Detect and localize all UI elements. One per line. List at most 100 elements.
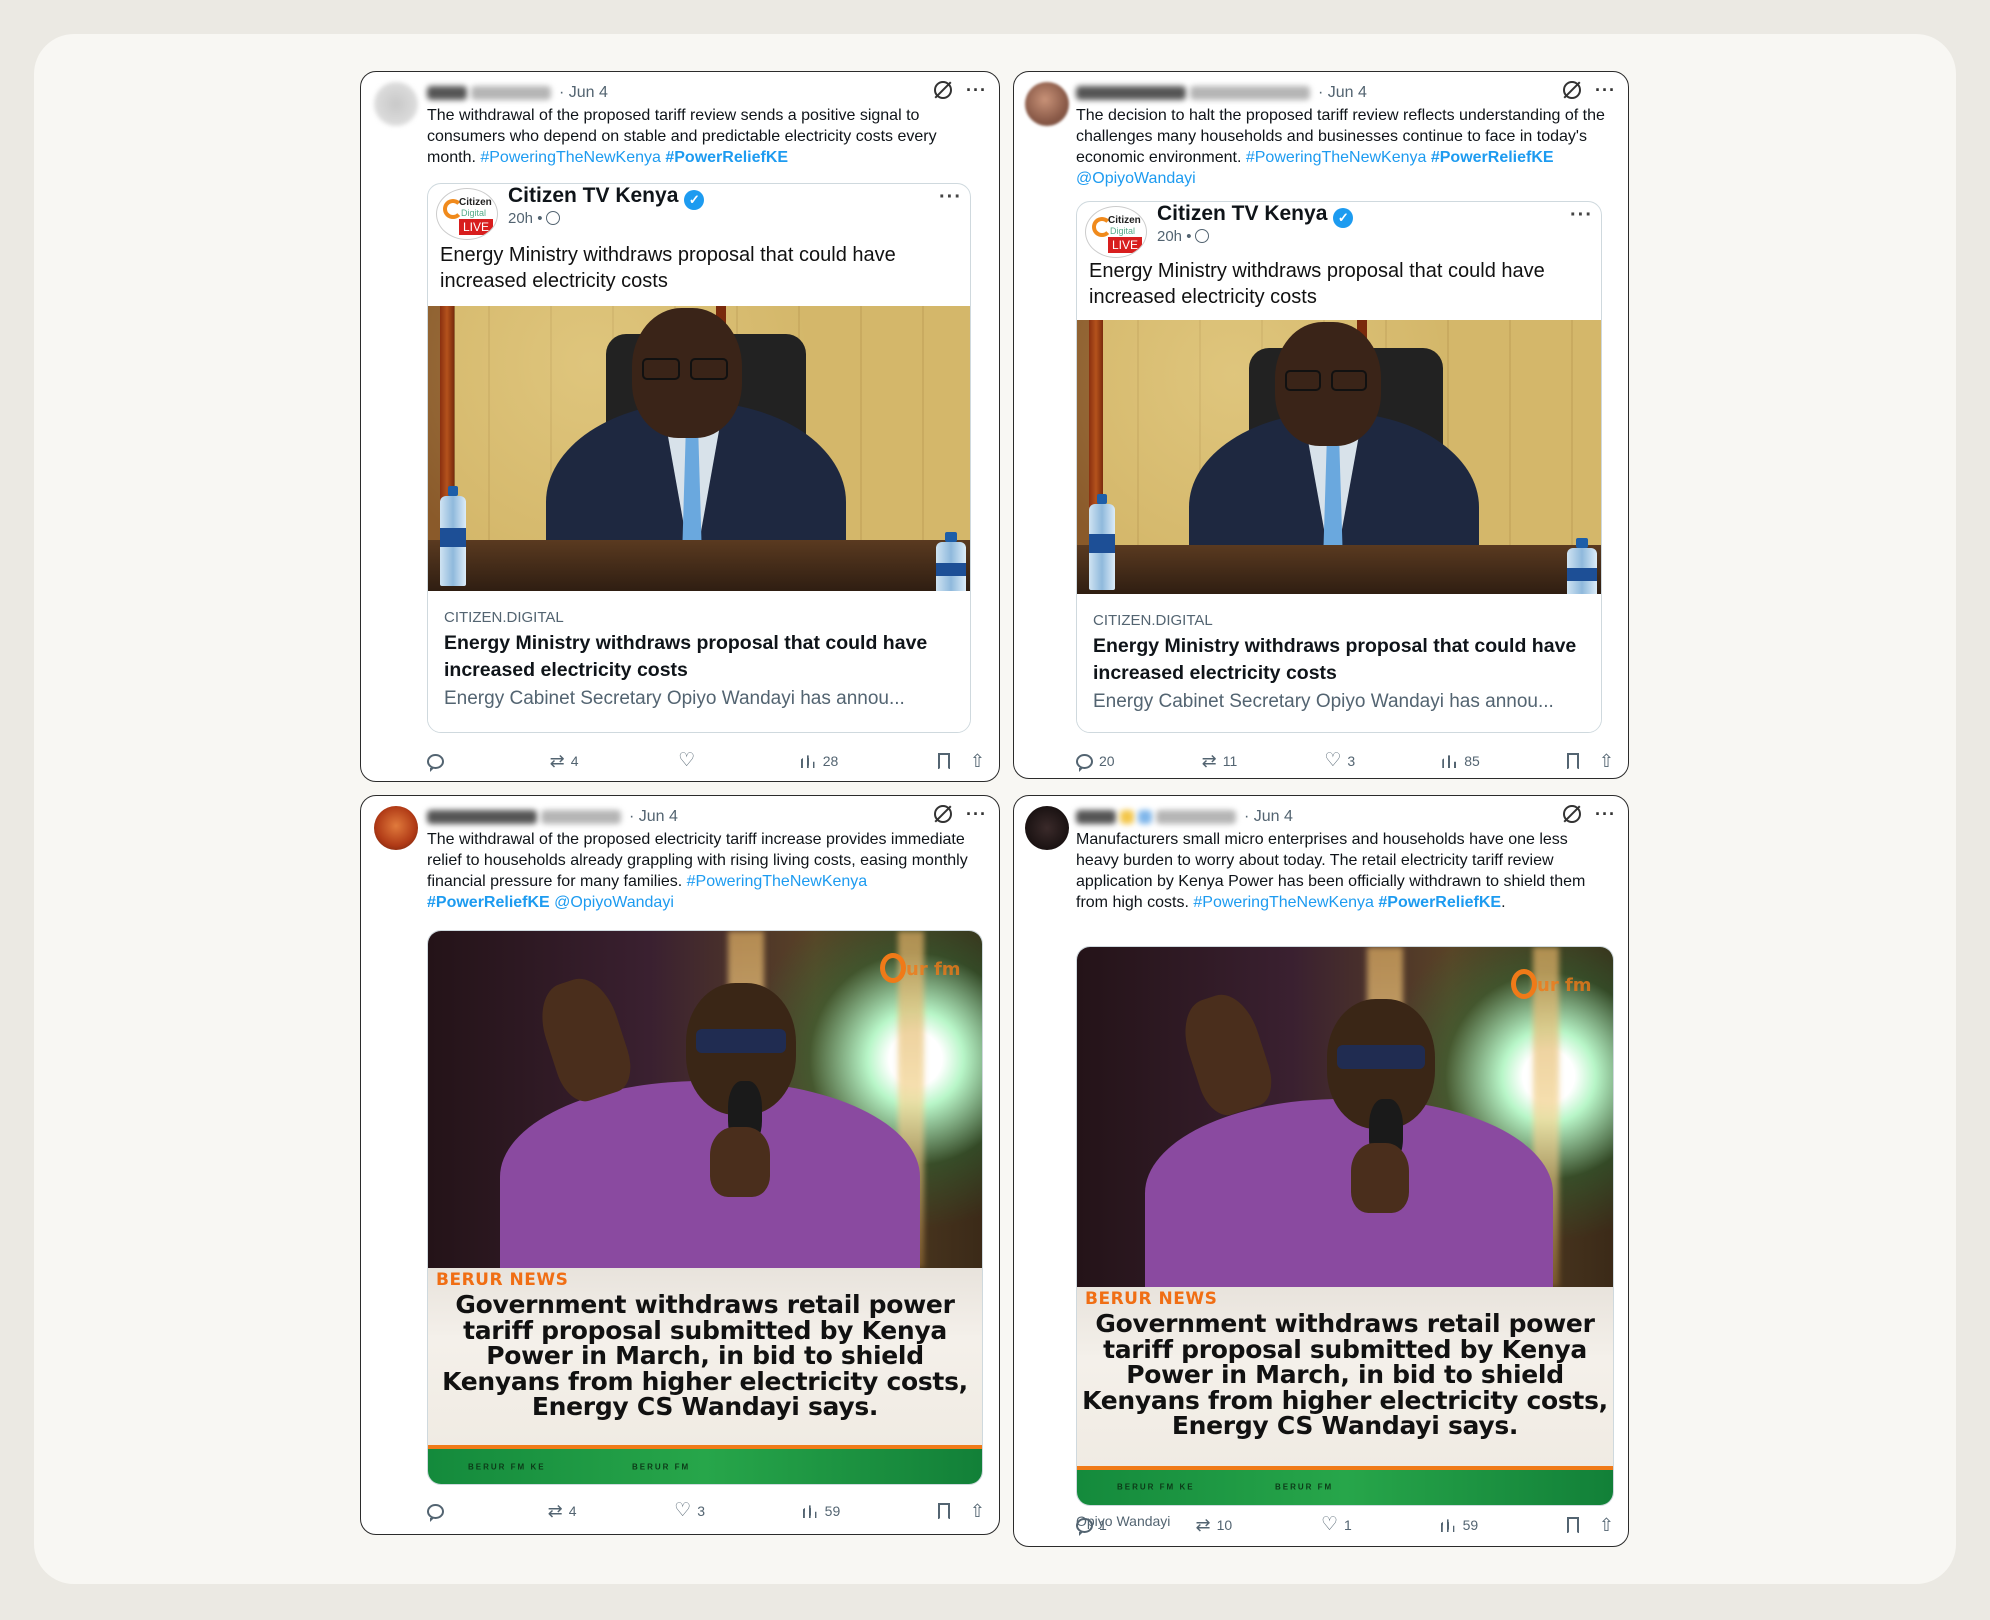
card-description: Energy Cabinet Secretary Opiyo Wandayi h… xyxy=(1093,691,1554,712)
hashtag-link[interactable]: #PowerReliefKE xyxy=(665,149,788,166)
hashtag-link[interactable]: #PoweringTheNewKenya xyxy=(480,149,661,166)
retweet-button[interactable]: ⇄ 4 xyxy=(548,1502,577,1520)
bookmark-icon[interactable] xyxy=(1566,1517,1579,1534)
berur-news-label: BERUR NEWS xyxy=(1085,1289,1218,1310)
avatar[interactable] xyxy=(374,82,418,126)
logo-text: Citizen xyxy=(1108,215,1141,226)
bookmark-icon[interactable] xyxy=(937,753,950,770)
views-button[interactable]: 59 xyxy=(802,1503,840,1519)
card-site: CITIZEN.DIGITAL xyxy=(444,609,564,626)
globe-icon xyxy=(1195,229,1210,243)
tweet-card[interactable]: · Jun 4 ··· Manufacturers small micro en… xyxy=(1013,795,1629,1547)
verified-badge-icon: ✓ xyxy=(684,190,705,210)
article-image[interactable] xyxy=(1077,320,1601,594)
tweet-date[interactable]: · Jun 4 xyxy=(1244,808,1293,826)
retweet-button[interactable]: ⇄ 10 xyxy=(1196,1516,1233,1534)
quoted-tweet[interactable]: Citizen Digital LIVE Citizen TV Kenya ✓ 2… xyxy=(1076,201,1602,733)
article-image[interactable] xyxy=(428,306,970,591)
reply-icon xyxy=(427,1503,444,1522)
bookmark-icon[interactable] xyxy=(937,1503,950,1520)
footer-handle: BERUR FM xyxy=(632,1462,691,1472)
news-image[interactable]: ur fm BERUR NEWS Government withdraws re… xyxy=(427,930,983,1485)
globe-icon xyxy=(546,211,561,225)
grok-icon[interactable] xyxy=(1563,805,1582,823)
more-icon[interactable]: ··· xyxy=(1595,81,1616,99)
tweet-text: The decision to halt the proposed tariff… xyxy=(1076,105,1616,189)
action-bar: 1 ⇄ 10 ♡ 1 59 ⇧ xyxy=(1076,1513,1614,1537)
link-card[interactable]: CITIZEN.DIGITAL Energy Ministry withdraw… xyxy=(1077,594,1601,732)
hashtag-link[interactable]: #PoweringTheNewKenya xyxy=(1193,894,1374,911)
avatar[interactable] xyxy=(374,806,418,850)
tweet-card[interactable]: · Jun 4 ··· The withdrawal of the propos… xyxy=(360,795,1000,1535)
blurred-name xyxy=(427,86,467,100)
share-icon[interactable]: ⇧ xyxy=(1599,1516,1614,1534)
citizen-tv-logo[interactable]: Citizen Digital LIVE xyxy=(1085,206,1147,258)
blurred-handle xyxy=(1156,810,1236,824)
reply-button[interactable] xyxy=(427,753,450,772)
card-description: Energy Cabinet Secretary Opiyo Wandayi h… xyxy=(444,688,905,709)
like-button[interactable]: ♡ 3 xyxy=(1324,751,1355,770)
more-icon[interactable]: ··· xyxy=(939,186,962,209)
quote-text: Energy Ministry withdraws proposal that … xyxy=(1089,260,1545,308)
reply-button[interactable]: 1 xyxy=(1076,1517,1107,1536)
grok-icon[interactable] xyxy=(1563,81,1582,99)
link-card[interactable]: CITIZEN.DIGITAL Energy Ministry withdraw… xyxy=(428,591,970,732)
like-button[interactable]: ♡ xyxy=(678,750,701,771)
views-icon xyxy=(802,1505,817,1518)
verified-badge-icon: ✓ xyxy=(1333,208,1354,228)
quote-author-name[interactable]: Citizen TV Kenya ✓ xyxy=(508,184,705,210)
emoji-icon xyxy=(1138,810,1152,824)
share-icon[interactable]: ⇧ xyxy=(970,752,985,770)
views-button[interactable]: 59 xyxy=(1440,1517,1479,1533)
grok-icon[interactable] xyxy=(934,805,953,823)
hashtag-link[interactable]: #PowerReliefKE xyxy=(1431,149,1554,166)
news-image[interactable]: ur fm BERUR NEWS Government withdraws re… xyxy=(1076,946,1614,1506)
mention-link[interactable]: @OpiyoWandayi xyxy=(554,894,674,911)
like-count: 1 xyxy=(1344,1517,1352,1533)
tweet-card[interactable]: · Jun 4 ··· The decision to halt the pro… xyxy=(1013,71,1629,779)
like-button[interactable]: ♡ 3 xyxy=(674,1501,706,1520)
tweet-date[interactable]: · Jun 4 xyxy=(559,84,608,102)
views-count: 28 xyxy=(822,753,839,769)
more-icon[interactable]: ··· xyxy=(1595,805,1616,823)
heart-icon: ♡ xyxy=(678,750,696,771)
more-icon[interactable]: ··· xyxy=(1570,204,1593,227)
tweet-card[interactable]: · Jun 4 ··· The withdrawal of the propos… xyxy=(360,71,1000,782)
tweet-date[interactable]: · Jun 4 xyxy=(1318,84,1367,102)
hashtag-link[interactable]: #PoweringTheNewKenya xyxy=(687,873,868,890)
tweet-body-end: . xyxy=(1501,894,1506,911)
blurred-name xyxy=(1076,810,1116,824)
reply-button[interactable]: 20 xyxy=(1076,753,1115,772)
bookmark-icon[interactable] xyxy=(1566,753,1579,770)
citizen-tv-logo[interactable]: Citizen Digital LIVE xyxy=(436,188,498,240)
more-icon[interactable]: ··· xyxy=(966,81,987,99)
share-icon[interactable]: ⇧ xyxy=(1599,752,1614,770)
retweet-count: 11 xyxy=(1222,753,1238,769)
more-icon[interactable]: ··· xyxy=(966,805,987,823)
blurred-handle xyxy=(541,810,621,824)
quote-time: 20h • xyxy=(508,210,543,227)
mention-link[interactable]: @OpiyoWandayi xyxy=(1076,170,1196,187)
reply-button[interactable] xyxy=(427,1503,450,1522)
like-button[interactable]: ♡ 1 xyxy=(1321,1515,1352,1534)
retweet-button[interactable]: ⇄ 4 xyxy=(550,752,579,770)
like-count: 3 xyxy=(697,1503,706,1519)
grok-icon[interactable] xyxy=(934,81,953,99)
berur-news-label: BERUR NEWS xyxy=(436,1270,569,1291)
hashtag-link[interactable]: #PoweringTheNewKenya xyxy=(1246,149,1427,166)
views-count: 59 xyxy=(1462,1517,1479,1533)
footer-handle: BERUR FM xyxy=(1275,1482,1334,1492)
retweet-button[interactable]: ⇄ 11 xyxy=(1202,752,1238,770)
avatar[interactable] xyxy=(1025,82,1069,126)
hashtag-link[interactable]: #PowerReliefKE xyxy=(427,894,550,911)
quote-author-name[interactable]: Citizen TV Kenya ✓ xyxy=(1157,202,1354,228)
tweet-header: · Jun 4 ··· xyxy=(427,81,987,105)
tweet-date[interactable]: · Jun 4 xyxy=(629,808,678,826)
avatar[interactable] xyxy=(1025,806,1069,850)
views-button[interactable]: 28 xyxy=(800,753,839,769)
share-icon[interactable]: ⇧ xyxy=(970,1502,985,1520)
blurred-name xyxy=(1076,86,1186,100)
hashtag-link[interactable]: #PowerReliefKE xyxy=(1378,894,1501,911)
quoted-tweet[interactable]: Citizen Digital LIVE Citizen TV Kenya ✓ 2… xyxy=(427,183,971,733)
views-button[interactable]: 85 xyxy=(1442,753,1480,769)
